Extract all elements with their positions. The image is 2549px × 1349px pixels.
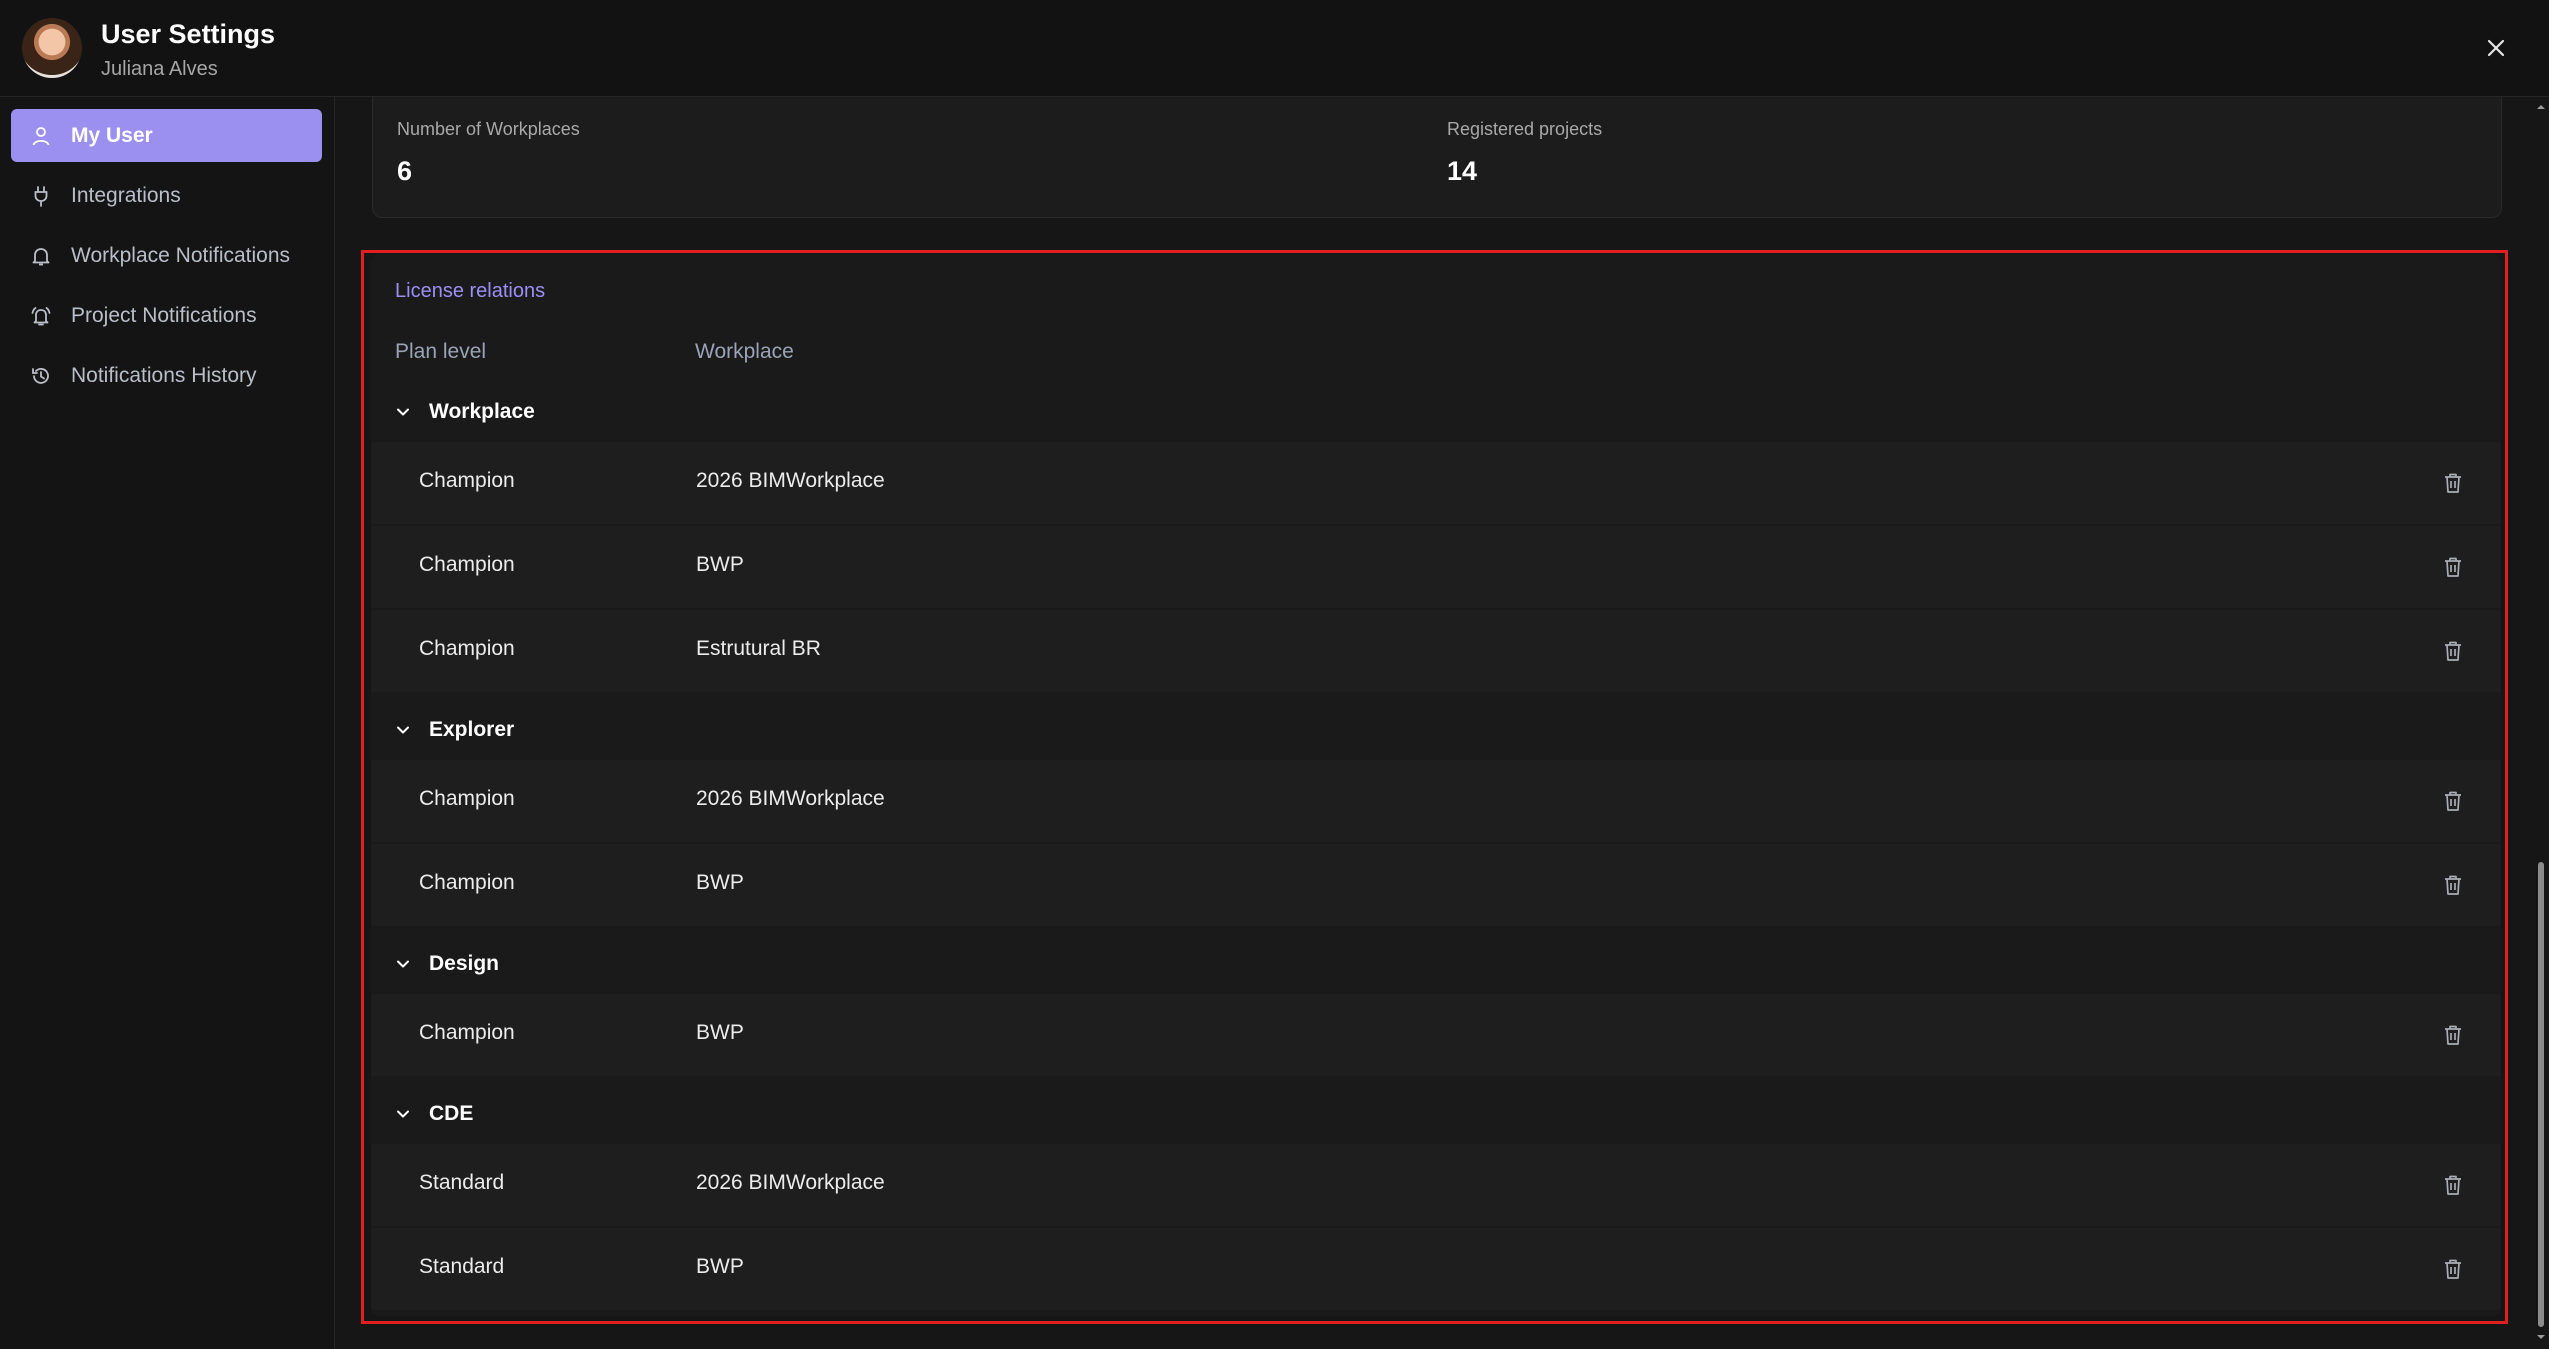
chevron-down-icon: [395, 722, 429, 738]
plan-level-cell: Champion: [419, 871, 515, 894]
trash-icon: [2445, 1259, 2461, 1279]
sidebar: My User Integrations Workplace Notificat…: [0, 97, 335, 1349]
stats-card: Number of Workplaces 6 Registered projec…: [372, 97, 2502, 218]
plan-level-cell: Champion: [419, 787, 515, 810]
chevron-down-icon: [395, 1106, 429, 1122]
license-relations-card: License relations Plan level Workplace W…: [371, 254, 2501, 1316]
table-row: Standard BWP: [371, 1228, 2501, 1310]
plan-level-cell: Champion: [419, 553, 515, 576]
scrollbar-thumb[interactable]: [2538, 862, 2544, 1327]
trash-icon: [2445, 1025, 2461, 1045]
chevron-down-icon: [395, 956, 429, 972]
table-row: Champion 2026 BIMWorkplace: [371, 442, 2501, 524]
sidebar-item-project-notifications[interactable]: Project Notifications: [11, 289, 322, 342]
table-row: Champion BWP: [371, 526, 2501, 608]
chevron-down-icon: [395, 404, 429, 420]
scroll-down-arrow[interactable]: [2534, 1330, 2548, 1344]
group-name: CDE: [429, 1102, 474, 1125]
projects-count-value: 14: [1447, 156, 1478, 186]
plan-level-cell: Champion: [419, 469, 515, 492]
user-icon: [11, 125, 71, 147]
trash-icon: [2445, 1175, 2461, 1195]
sidebar-item-notifications-history[interactable]: Notifications History: [11, 349, 322, 402]
title-bar: User Settings Juliana Alves: [0, 0, 2549, 97]
sidebar-item-label: Notifications History: [71, 363, 257, 387]
user-name: Juliana Alves: [101, 58, 218, 80]
table-row: Champion 2026 BIMWorkplace: [371, 760, 2501, 842]
sidebar-item-label: Workplace Notifications: [71, 243, 291, 267]
trash-icon: [2445, 791, 2461, 811]
main-content: Number of Workplaces 6 Registered projec…: [335, 97, 2535, 1349]
delete-button[interactable]: [2436, 1168, 2470, 1202]
close-button[interactable]: [2476, 28, 2516, 68]
group-header-design[interactable]: Design: [371, 934, 2501, 994]
workplace-cell: 2026 BIMWorkplace: [696, 469, 885, 492]
plan-level-cell: Champion: [419, 637, 515, 660]
trash-icon: [2445, 641, 2461, 661]
trash-icon: [2445, 875, 2461, 895]
group-name: Workplace: [429, 400, 535, 423]
plan-level-cell: Standard: [419, 1255, 505, 1278]
projects-count-label: Registered projects: [1447, 119, 1603, 139]
table-row: Champion Estrutural BR: [371, 610, 2501, 692]
bell-ring-icon: [11, 305, 71, 327]
delete-button[interactable]: [2436, 784, 2470, 818]
group-header-workplace[interactable]: Workplace: [371, 382, 2501, 442]
window-title: User Settings: [101, 19, 276, 49]
table-row: Champion BWP: [371, 994, 2501, 1076]
sidebar-item-my-user[interactable]: My User: [11, 109, 322, 162]
sidebar-item-integrations[interactable]: Integrations: [11, 169, 322, 222]
group-header-cde[interactable]: CDE: [371, 1084, 2501, 1144]
scroll-up-arrow[interactable]: [2534, 100, 2548, 114]
workplaces-count-label: Number of Workplaces: [397, 119, 580, 139]
close-icon: [2487, 39, 2505, 57]
workplace-cell: BWP: [696, 553, 744, 576]
column-header-plan[interactable]: Plan level: [395, 340, 486, 364]
sidebar-item-workplace-notifications[interactable]: Workplace Notifications: [11, 229, 322, 282]
sidebar-item-label: My User: [71, 123, 153, 147]
plan-level-cell: Champion: [419, 1021, 515, 1044]
license-relations-title: License relations: [395, 280, 546, 302]
workplace-cell: BWP: [696, 871, 744, 894]
delete-button[interactable]: [2436, 466, 2470, 500]
history-icon: [11, 365, 71, 387]
delete-button[interactable]: [2436, 1018, 2470, 1052]
workplace-cell: 2026 BIMWorkplace: [696, 787, 885, 810]
workplace-cell: BWP: [696, 1021, 744, 1044]
workplaces-count-value: 6: [397, 156, 413, 186]
bell-icon: [11, 245, 71, 267]
group-name: Explorer: [429, 718, 515, 741]
group-name: Design: [429, 952, 500, 975]
workplace-cell: Estrutural BR: [696, 637, 821, 660]
sidebar-item-label: Integrations: [71, 183, 181, 207]
sidebar-item-label: Project Notifications: [71, 303, 257, 327]
trash-icon: [2445, 473, 2461, 493]
trash-icon: [2445, 557, 2461, 577]
workplace-cell: 2026 BIMWorkplace: [696, 1171, 885, 1194]
group-header-explorer[interactable]: Explorer: [371, 700, 2501, 760]
plug-icon: [11, 185, 71, 207]
delete-button[interactable]: [2436, 868, 2470, 902]
workplace-cell: BWP: [696, 1255, 744, 1278]
delete-button[interactable]: [2436, 634, 2470, 668]
plan-level-cell: Standard: [419, 1171, 505, 1194]
column-header-workplace[interactable]: Workplace: [695, 340, 794, 364]
delete-button[interactable]: [2436, 1252, 2470, 1286]
avatar: [22, 18, 82, 78]
table-row: Standard 2026 BIMWorkplace: [371, 1144, 2501, 1226]
table-row: Champion BWP: [371, 844, 2501, 926]
delete-button[interactable]: [2436, 550, 2470, 584]
